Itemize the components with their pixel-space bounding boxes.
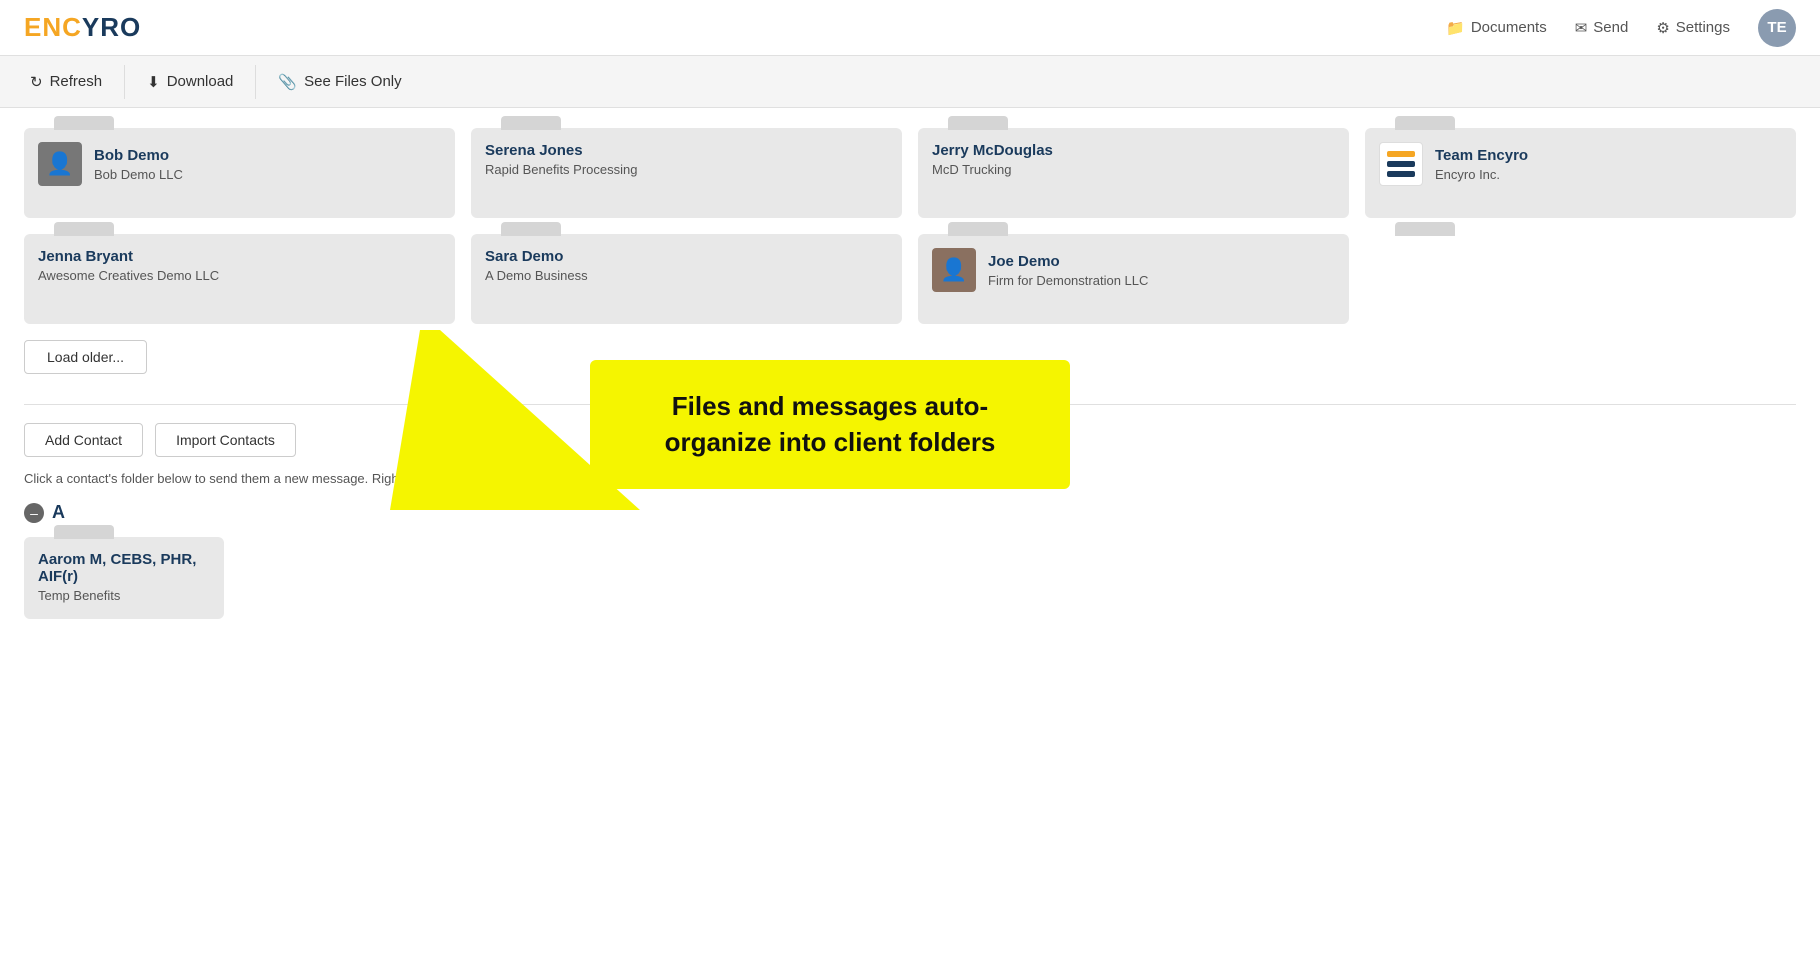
contact-name-bob-demo: Bob Demo bbox=[94, 147, 441, 164]
logo-enc: ENC bbox=[24, 12, 82, 42]
header-nav: 📁 Documents ✉ Send ⚙ Settings TE bbox=[1446, 9, 1796, 47]
contact-info-jenna-bryant: Jenna Bryant Awesome Creatives Demo LLC bbox=[38, 248, 441, 283]
contact-company-joe-demo: Firm for Demonstration LLC bbox=[988, 273, 1335, 288]
see-files-only-label: See Files Only bbox=[304, 73, 402, 90]
contact-company-jerry-mcdouglas: McD Trucking bbox=[932, 162, 1335, 177]
group-collapse-a[interactable]: – bbox=[24, 503, 44, 523]
contacts-actions: Add Contact Import Contacts bbox=[24, 423, 1796, 457]
folder-empty-slot bbox=[1365, 234, 1796, 324]
send-icon: ✉ bbox=[1575, 19, 1588, 37]
clip-icon: 📎 bbox=[278, 73, 297, 91]
folder-icon: 📁 bbox=[1446, 19, 1465, 37]
logo: ENCYRO bbox=[24, 12, 141, 43]
contact-company-serena-jones: Rapid Benefits Processing bbox=[485, 162, 888, 177]
folder-jerry-mcdouglas[interactable]: Jerry McDouglas McD Trucking bbox=[918, 128, 1349, 218]
contact-name-team-encyro: Team Encyro bbox=[1435, 147, 1782, 164]
import-contacts-button[interactable]: Import Contacts bbox=[155, 423, 296, 457]
folder-jenna-bryant[interactable]: Jenna Bryant Awesome Creatives Demo LLC bbox=[24, 234, 455, 324]
contact-info-joe-demo: Joe Demo Firm for Demonstration LLC bbox=[988, 253, 1335, 288]
folder-serena-jones[interactable]: Serena Jones Rapid Benefits Processing bbox=[471, 128, 902, 218]
contact-name-jenna-bryant: Jenna Bryant bbox=[38, 248, 441, 265]
contact-company-jenna-bryant: Awesome Creatives Demo LLC bbox=[38, 268, 441, 283]
recent-folders-row2: Jenna Bryant Awesome Creatives Demo LLC … bbox=[24, 234, 1796, 324]
logo-text: ENCYRO bbox=[24, 12, 141, 43]
nav-settings-label: Settings bbox=[1676, 19, 1730, 36]
folder-bob-demo[interactable]: 👤 Bob Demo Bob Demo LLC bbox=[24, 128, 455, 218]
see-files-only-button[interactable]: 📎 See Files Only bbox=[256, 65, 423, 99]
contact-name-sara-demo: Sara Demo bbox=[485, 248, 888, 265]
refresh-icon: ↻ bbox=[30, 73, 43, 91]
contact-info-team-encyro: Team Encyro Encyro Inc. bbox=[1435, 147, 1782, 182]
nav-send[interactable]: ✉ Send bbox=[1575, 19, 1629, 37]
section-divider bbox=[24, 404, 1796, 405]
contact-info-bob-demo: Bob Demo Bob Demo LLC bbox=[94, 147, 441, 182]
group-label-a: A bbox=[52, 502, 65, 523]
avatar-bob-demo: 👤 bbox=[38, 142, 82, 186]
contact-info-aarom-m: Aarom M, CEBS, PHR, AIF(r) Temp Benefits bbox=[38, 551, 210, 603]
folder-team-encyro[interactable]: Team Encyro Encyro Inc. bbox=[1365, 128, 1796, 218]
avatar[interactable]: TE bbox=[1758, 9, 1796, 47]
folder-aarom-m[interactable]: Aarom M, CEBS, PHR, AIF(r) Temp Benefits bbox=[24, 537, 224, 619]
contact-name-jerry-mcdouglas: Jerry McDouglas bbox=[932, 142, 1335, 159]
nav-settings[interactable]: ⚙ Settings bbox=[1656, 19, 1730, 37]
contact-name-joe-demo: Joe Demo bbox=[988, 253, 1335, 270]
refresh-button[interactable]: ↻ Refresh bbox=[8, 65, 125, 99]
toolbar: ↻ Refresh ⬇ Download 📎 See Files Only bbox=[0, 56, 1820, 108]
load-older-button[interactable]: Load older... bbox=[24, 340, 147, 374]
logo-yro: YRO bbox=[82, 12, 141, 42]
gear-icon: ⚙ bbox=[1656, 19, 1669, 37]
contact-company-bob-demo: Bob Demo LLC bbox=[94, 167, 441, 182]
contact-name-aarom-m: Aarom M, CEBS, PHR, AIF(r) bbox=[38, 551, 210, 585]
nav-documents[interactable]: 📁 Documents bbox=[1446, 19, 1547, 37]
contact-info-serena-jones: Serena Jones Rapid Benefits Processing bbox=[485, 142, 888, 177]
team-encyro-logo bbox=[1379, 142, 1423, 186]
nav-documents-label: Documents bbox=[1471, 19, 1547, 36]
avatar-joe-demo: 👤 bbox=[932, 248, 976, 292]
download-label: Download bbox=[167, 73, 234, 90]
download-button[interactable]: ⬇ Download bbox=[125, 65, 256, 99]
contact-info-sara-demo: Sara Demo A Demo Business bbox=[485, 248, 888, 283]
contact-info-jerry-mcdouglas: Jerry McDouglas McD Trucking bbox=[932, 142, 1335, 177]
download-icon: ⬇ bbox=[147, 73, 160, 91]
refresh-label: Refresh bbox=[50, 73, 103, 90]
group-header-a: – A bbox=[24, 502, 1796, 523]
nav-send-label: Send bbox=[1593, 19, 1628, 36]
main: 👤 Bob Demo Bob Demo LLC Serena Jones Rap… bbox=[0, 108, 1820, 639]
add-contact-button[interactable]: Add Contact bbox=[24, 423, 143, 457]
folder-sara-demo[interactable]: Sara Demo A Demo Business bbox=[471, 234, 902, 324]
recent-folders-row1: 👤 Bob Demo Bob Demo LLC Serena Jones Rap… bbox=[24, 128, 1796, 218]
contact-company-sara-demo: A Demo Business bbox=[485, 268, 888, 283]
contact-company-team-encyro: Encyro Inc. bbox=[1435, 167, 1782, 182]
folder-joe-demo[interactable]: 👤 Joe Demo Firm for Demonstration LLC bbox=[918, 234, 1349, 324]
contact-name-serena-jones: Serena Jones bbox=[485, 142, 888, 159]
header: ENCYRO 📁 Documents ✉ Send ⚙ Settings TE bbox=[0, 0, 1820, 56]
contacts-hint: Click a contact's folder below to send t… bbox=[24, 471, 1796, 486]
contact-company-aarom-m: Temp Benefits bbox=[38, 588, 210, 603]
